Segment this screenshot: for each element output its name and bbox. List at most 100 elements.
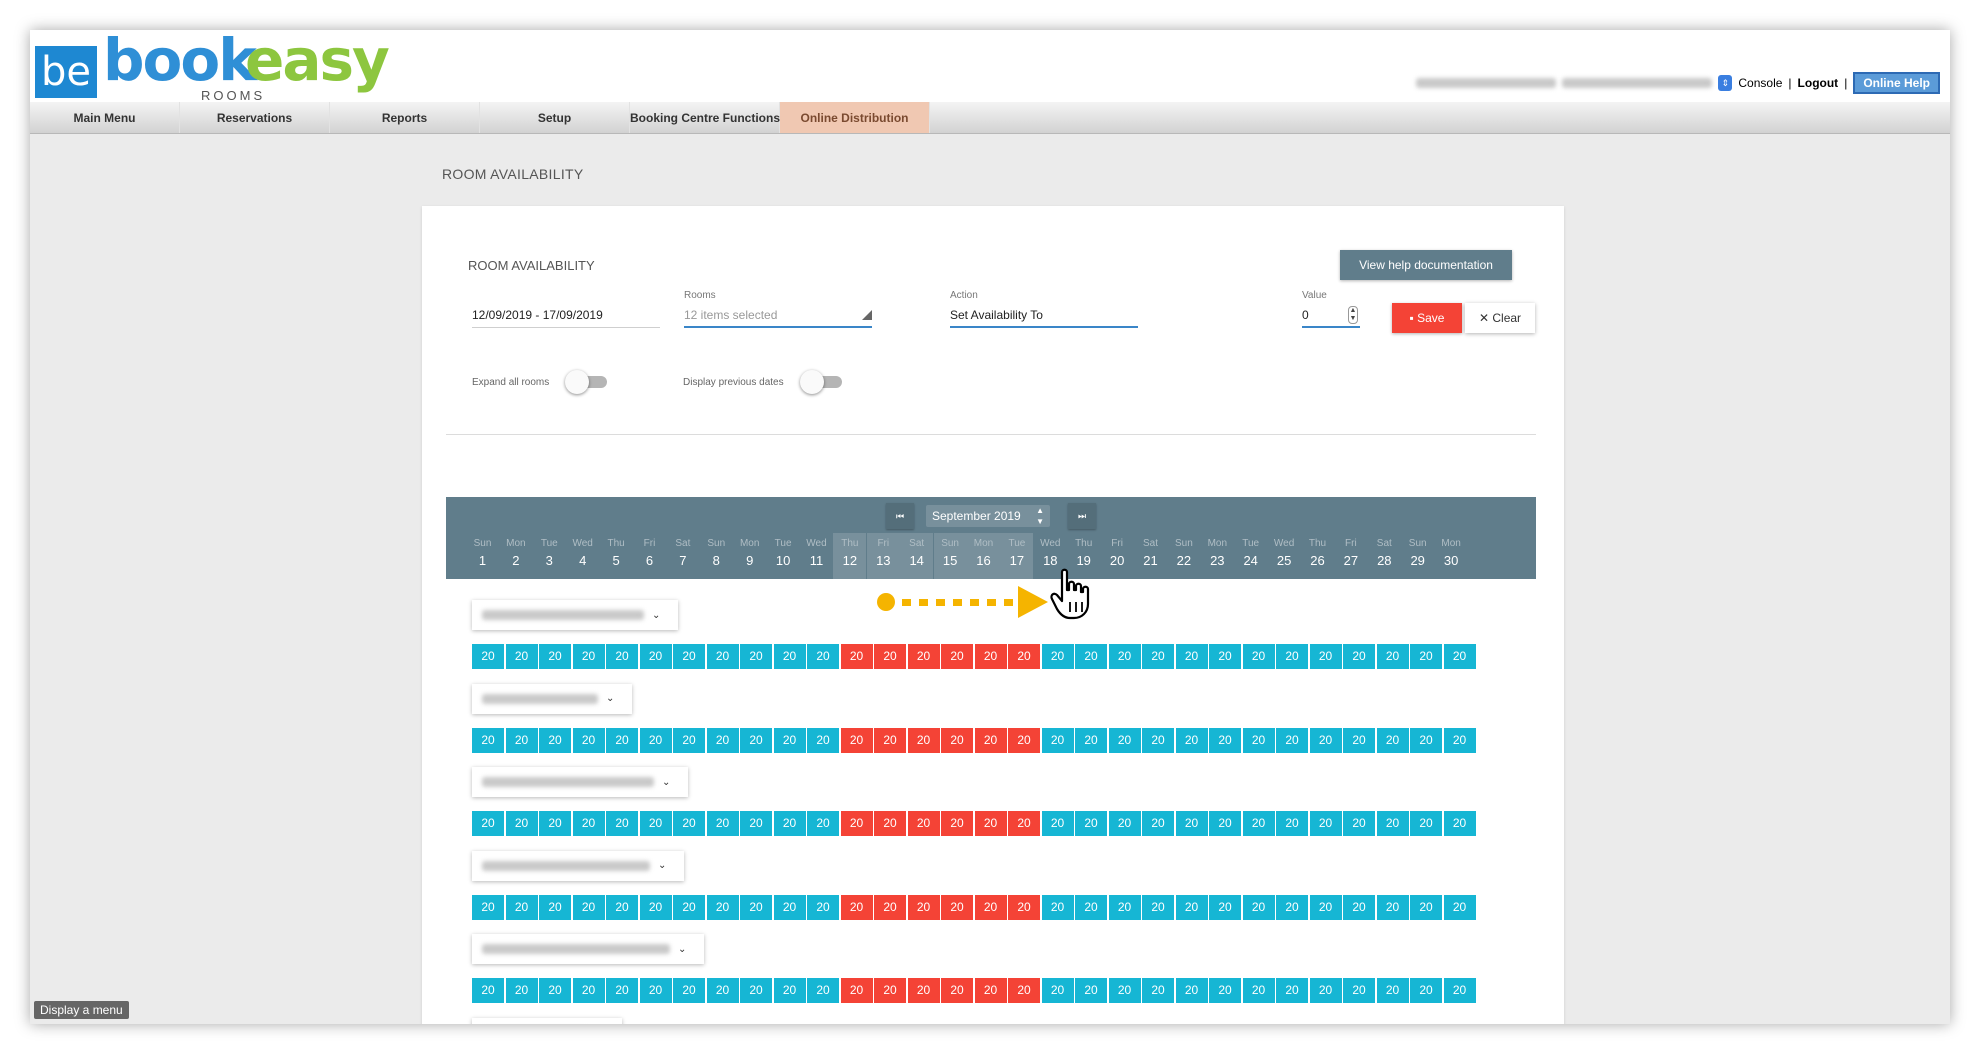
availability-cell[interactable]: 20 [1276,978,1308,1003]
calendar-day-28[interactable]: Sat 28 [1368,533,1401,579]
availability-cell[interactable]: 20 [974,978,1007,1003]
nav-online-distribution[interactable]: Online Distribution [780,102,930,133]
availability-cell[interactable]: 20 [1075,727,1107,753]
availability-cell[interactable]: 20 [606,811,638,836]
availability-cell[interactable]: 20 [539,727,571,753]
online-help-button[interactable]: Online Help [1853,72,1940,94]
calendar-day-21[interactable]: Sat 21 [1134,533,1167,579]
availability-cell[interactable]: 20 [1410,644,1442,669]
availability-cell[interactable]: 20 [1008,644,1040,669]
availability-cell[interactable]: 20 [539,978,571,1003]
availability-cell[interactable]: 20 [1108,727,1141,753]
availability-cell[interactable]: 20 [706,978,739,1003]
availability-cell[interactable]: 20 [974,811,1007,836]
nav-setup[interactable]: Setup [480,102,630,133]
availability-cell[interactable]: 20 [606,727,638,753]
first-month-icon[interactable]: ⏮ [886,503,914,529]
availability-cell[interactable]: 20 [1108,978,1141,1003]
availability-cell[interactable]: 20 [1209,978,1241,1003]
console-link[interactable]: Console [1738,76,1782,90]
calendar-day-30[interactable]: Mon 30 [1435,533,1468,579]
availability-cell[interactable]: 20 [1242,727,1275,753]
calendar-day-16[interactable]: Mon 16 [967,533,1000,579]
availability-cell[interactable]: 20 [874,727,906,753]
room-type-chip[interactable]: ⌄ [472,683,632,714]
expand-rooms-toggle[interactable] [565,370,611,394]
availability-cell[interactable]: 20 [941,644,973,669]
availability-cell[interactable]: 20 [1309,644,1342,669]
availability-cell[interactable]: 20 [807,644,839,669]
availability-cell[interactable]: 20 [1209,644,1241,669]
calendar-day-15[interactable]: Sun 15 [933,533,967,579]
availability-cell[interactable]: 20 [1008,727,1040,753]
availability-cell[interactable]: 20 [673,978,705,1003]
availability-cell[interactable]: 20 [1142,811,1174,836]
availability-cell[interactable]: 20 [639,978,672,1003]
availability-cell[interactable]: 20 [706,811,739,836]
calendar-day-9[interactable]: Mon 9 [733,533,766,579]
availability-cell[interactable]: 20 [1108,644,1141,669]
room-type-chip[interactable]: ⌄ [472,767,688,797]
availability-cell[interactable]: 20 [1242,644,1275,669]
date-range-input[interactable]: 12/09/2019 - 17/09/2019 [472,304,660,328]
availability-cell[interactable]: 20 [505,978,538,1003]
availability-cell[interactable]: 20 [740,727,772,753]
availability-cell[interactable]: 20 [1008,811,1040,836]
nav-main-menu[interactable]: Main Menu [30,102,180,133]
availability-cell[interactable]: 20 [840,978,873,1003]
availability-cell[interactable]: 20 [1443,894,1476,920]
availability-cell[interactable]: 20 [874,978,906,1003]
availability-cell[interactable]: 20 [773,811,806,836]
availability-cell[interactable]: 20 [505,644,538,669]
availability-cell[interactable]: 20 [907,644,940,669]
availability-cell[interactable]: 20 [1242,894,1275,920]
availability-cell[interactable]: 20 [1309,811,1342,836]
availability-cell[interactable]: 20 [1041,811,1074,836]
availability-cell[interactable]: 20 [1041,978,1074,1003]
availability-cell[interactable]: 20 [1075,811,1107,836]
availability-cell[interactable]: 20 [673,894,705,920]
availability-cell[interactable]: 20 [706,727,739,753]
calendar-day-4[interactable]: Wed 4 [566,533,599,579]
availability-cell[interactable]: 20 [1175,644,1208,669]
calendar-day-20[interactable]: Fri 20 [1101,533,1134,579]
calendar-day-13[interactable]: Fri 13 [866,533,900,579]
last-month-icon[interactable]: ⏭ [1068,503,1096,529]
save-button[interactable]: ▪ Save [1392,303,1462,333]
availability-cell[interactable]: 20 [1309,727,1342,753]
availability-cell[interactable]: 20 [740,811,772,836]
availability-cell[interactable]: 20 [941,811,973,836]
availability-cell[interactable]: 20 [1343,894,1375,920]
logout-link[interactable]: Logout [1798,76,1839,90]
availability-cell[interactable]: 20 [907,978,940,1003]
view-help-button[interactable]: View help documentation [1340,250,1512,280]
availability-cell[interactable]: 20 [1443,811,1476,836]
availability-cell[interactable]: 20 [1443,644,1476,669]
calendar-day-27[interactable]: Fri 27 [1334,533,1367,579]
calendar-day-6[interactable]: Fri 6 [633,533,666,579]
availability-cell[interactable]: 20 [840,894,873,920]
availability-cell[interactable]: 20 [1376,644,1409,669]
clear-button[interactable]: ✕ Clear [1465,303,1535,333]
availability-cell[interactable]: 20 [1008,894,1040,920]
calendar-day-17[interactable]: Tue 17 [1000,533,1034,579]
availability-cell[interactable]: 20 [740,644,772,669]
property-select-arrows-icon[interactable]: ⇕ [1718,75,1733,91]
availability-cell[interactable]: 20 [1075,644,1107,669]
availability-cell[interactable]: 20 [1175,978,1208,1003]
availability-cell[interactable]: 20 [773,644,806,669]
calendar-day-29[interactable]: Sun 29 [1401,533,1434,579]
availability-cell[interactable]: 20 [807,894,839,920]
availability-cell[interactable]: 20 [1376,978,1409,1003]
availability-cell[interactable]: 20 [1108,811,1141,836]
action-field[interactable]: Action Set Availability To [950,290,1138,328]
availability-cell[interactable]: 20 [773,894,806,920]
nav-reservations[interactable]: Reservations [180,102,330,133]
availability-cell[interactable]: 20 [840,644,873,669]
availability-cell[interactable]: 20 [807,978,839,1003]
availability-cell[interactable]: 20 [639,894,672,920]
availability-cell[interactable]: 20 [1209,727,1241,753]
availability-cell[interactable]: 20 [1343,727,1375,753]
display-previous-toggle[interactable] [799,370,846,394]
availability-cell[interactable]: 20 [807,727,839,753]
